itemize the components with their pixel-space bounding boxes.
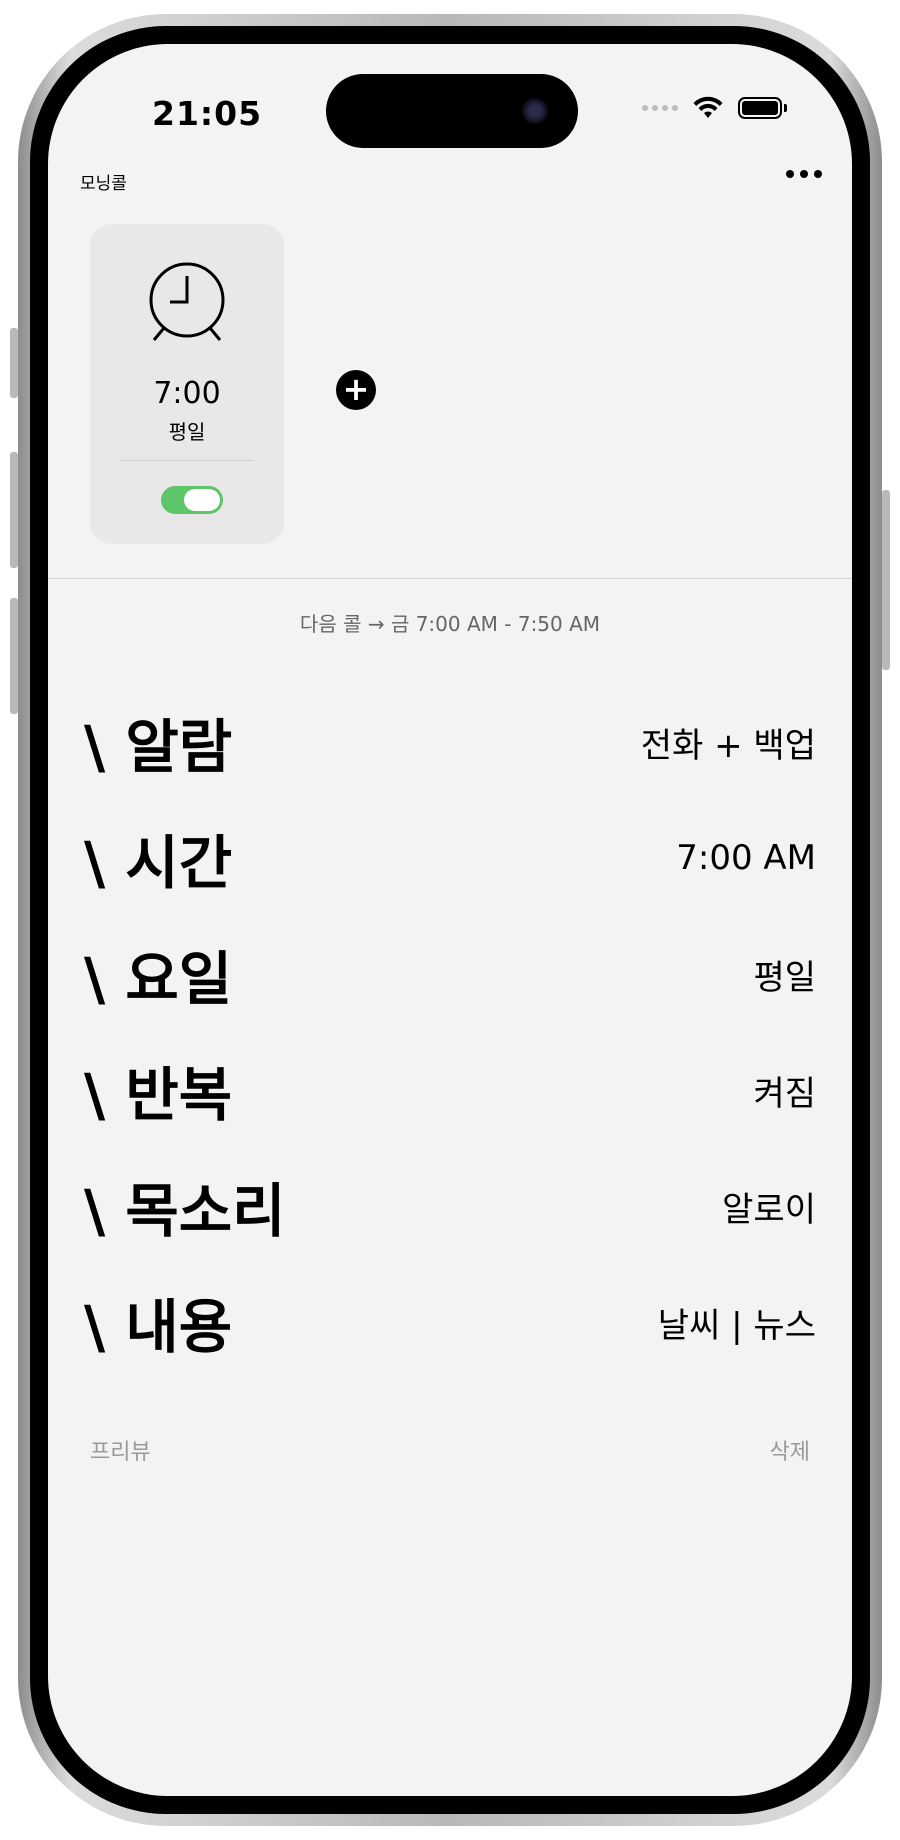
setting-value: 날씨 | 뉴스 bbox=[657, 1305, 816, 1346]
card-divider bbox=[120, 460, 254, 461]
setting-value: 알로이 bbox=[722, 1189, 816, 1230]
more-icon[interactable] bbox=[786, 170, 822, 178]
delete-button[interactable]: 삭제 bbox=[770, 1434, 810, 1466]
alarm-card[interactable]: 7:00 평일 bbox=[90, 224, 284, 544]
next-call-info: 다음 콜 → 금 7:00 AM - 7:50 AM bbox=[299, 612, 601, 636]
setting-value: 평일 bbox=[753, 957, 816, 998]
setting-label: \ 알람 bbox=[84, 713, 233, 781]
dynamic-island bbox=[326, 74, 578, 148]
setting-value: 켜짐 bbox=[753, 1073, 816, 1114]
alarm-toggle[interactable] bbox=[161, 486, 223, 514]
setting-row-voice[interactable]: \ 목소리 알로이 bbox=[84, 1148, 816, 1264]
setting-value: 7:00 AM bbox=[676, 838, 816, 878]
volume-up-button bbox=[10, 452, 18, 568]
settings-list: \ 알람 전화 + 백업 \ 시간 7:00 AM \ 요일 평일 \ 반복 켜… bbox=[84, 684, 816, 1380]
action-button bbox=[10, 328, 18, 398]
section-divider bbox=[48, 578, 852, 579]
alarm-days: 평일 bbox=[168, 420, 206, 444]
setting-value: 전화 + 백업 bbox=[640, 725, 816, 766]
cellular-signal-icon bbox=[642, 105, 678, 111]
alarm-time: 7:00 bbox=[153, 376, 221, 411]
status-icons bbox=[642, 96, 787, 120]
camera-icon bbox=[522, 98, 548, 124]
battery-icon bbox=[738, 97, 787, 119]
volume-down-button bbox=[10, 598, 18, 714]
add-alarm-button[interactable]: + bbox=[336, 370, 376, 410]
setting-label: \ 목소리 bbox=[84, 1177, 286, 1245]
setting-row-alarm[interactable]: \ 알람 전화 + 백업 bbox=[84, 684, 816, 800]
power-button bbox=[882, 490, 890, 670]
setting-label: \ 시간 bbox=[84, 829, 233, 897]
alarm-clock-icon bbox=[149, 262, 225, 341]
setting-row-days[interactable]: \ 요일 평일 bbox=[84, 916, 816, 1032]
setting-label: \ 요일 bbox=[84, 945, 233, 1013]
setting-row-time[interactable]: \ 시간 7:00 AM bbox=[84, 800, 816, 916]
preview-button[interactable]: 프리뷰 bbox=[90, 1434, 151, 1466]
app-title: 모닝콜 bbox=[80, 174, 127, 194]
screen: 21:05 모닝콜 7:00 평일 + 다음 콜 → 금 7:00 AM - 7… bbox=[48, 44, 852, 1796]
plus-icon: + bbox=[342, 369, 370, 408]
setting-row-content[interactable]: \ 내용 날씨 | 뉴스 bbox=[84, 1264, 816, 1380]
toggle-knob bbox=[184, 489, 220, 511]
wifi-icon bbox=[693, 96, 723, 118]
status-time: 21:05 bbox=[152, 94, 263, 133]
setting-row-repeat[interactable]: \ 반복 켜짐 bbox=[84, 1032, 816, 1148]
setting-label: \ 반복 bbox=[84, 1061, 233, 1129]
setting-label: \ 내용 bbox=[84, 1293, 233, 1361]
